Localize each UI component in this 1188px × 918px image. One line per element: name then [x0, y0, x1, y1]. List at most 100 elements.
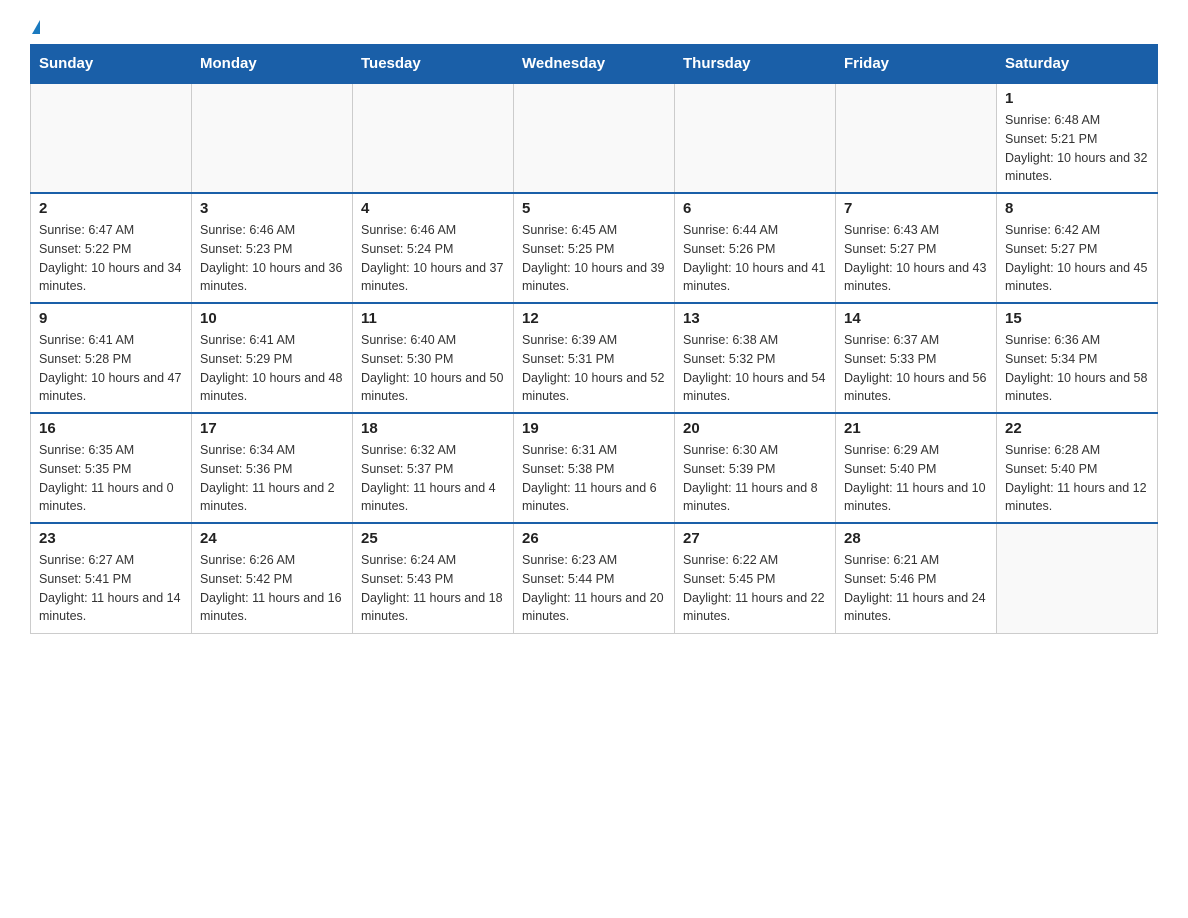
day-number: 13: [683, 310, 827, 327]
day-info: Sunrise: 6:43 AMSunset: 5:27 PMDaylight:…: [844, 221, 988, 296]
day-info: Sunrise: 6:41 AMSunset: 5:28 PMDaylight:…: [39, 331, 183, 406]
week-row-2: 2Sunrise: 6:47 AMSunset: 5:22 PMDaylight…: [31, 193, 1158, 303]
calendar-cell: [836, 83, 997, 193]
day-number: 18: [361, 420, 505, 437]
day-number: 27: [683, 530, 827, 547]
day-number: 26: [522, 530, 666, 547]
day-number: 8: [1005, 200, 1149, 217]
calendar-cell: 5 Sunrise: 6:45 AMSunset: 5:25 PMDaylight…: [514, 193, 675, 303]
calendar-table: SundayMondayTuesdayWednesdayThursdayFrid…: [30, 44, 1158, 634]
day-number: 3: [200, 200, 344, 217]
calendar-cell: 2Sunrise: 6:47 AMSunset: 5:22 PMDaylight…: [31, 193, 192, 303]
day-info: Sunrise: 6:35 AMSunset: 5:35 PMDaylight:…: [39, 441, 183, 516]
calendar-cell: 28 Sunrise: 6:21 AMSunset: 5:46 PMDayligh…: [836, 523, 997, 633]
day-info: Sunrise: 6:21 AMSunset: 5:46 PMDaylight:…: [844, 551, 988, 626]
day-number: 15: [1005, 310, 1149, 327]
calendar-cell: 17 Sunrise: 6:34 AMSunset: 5:36 PMDayligh…: [192, 413, 353, 523]
day-info: Sunrise: 6:36 AMSunset: 5:34 PMDaylight:…: [1005, 331, 1149, 406]
day-info: Sunrise: 6:27 AMSunset: 5:41 PMDaylight:…: [39, 551, 183, 626]
calendar-cell: 1 Sunrise: 6:48 AMSunset: 5:21 PMDaylight…: [997, 83, 1158, 193]
day-info: Sunrise: 6:39 AMSunset: 5:31 PMDaylight:…: [522, 331, 666, 406]
day-number: 20: [683, 420, 827, 437]
calendar-cell: 11 Sunrise: 6:40 AMSunset: 5:30 PMDayligh…: [353, 303, 514, 413]
calendar-cell: 27 Sunrise: 6:22 AMSunset: 5:45 PMDayligh…: [675, 523, 836, 633]
calendar-cell: [997, 523, 1158, 633]
day-info: Sunrise: 6:34 AMSunset: 5:36 PMDaylight:…: [200, 441, 344, 516]
day-number: 22: [1005, 420, 1149, 437]
day-info: Sunrise: 6:48 AMSunset: 5:21 PMDaylight:…: [1005, 111, 1149, 186]
calendar-cell: 15 Sunrise: 6:36 AMSunset: 5:34 PMDayligh…: [997, 303, 1158, 413]
day-info: Sunrise: 6:24 AMSunset: 5:43 PMDaylight:…: [361, 551, 505, 626]
day-number: 11: [361, 310, 505, 327]
calendar-cell: 8Sunrise: 6:42 AMSunset: 5:27 PMDaylight…: [997, 193, 1158, 303]
day-header-thursday: Thursday: [675, 45, 836, 84]
calendar-cell: 12 Sunrise: 6:39 AMSunset: 5:31 PMDayligh…: [514, 303, 675, 413]
day-info: Sunrise: 6:23 AMSunset: 5:44 PMDaylight:…: [522, 551, 666, 626]
calendar-cell: 26 Sunrise: 6:23 AMSunset: 5:44 PMDayligh…: [514, 523, 675, 633]
week-row-1: 1 Sunrise: 6:48 AMSunset: 5:21 PMDaylight…: [31, 83, 1158, 193]
day-number: 9: [39, 310, 183, 327]
calendar-cell: 24 Sunrise: 6:26 AMSunset: 5:42 PMDayligh…: [192, 523, 353, 633]
calendar-cell: 22 Sunrise: 6:28 AMSunset: 5:40 PMDayligh…: [997, 413, 1158, 523]
day-info: Sunrise: 6:30 AMSunset: 5:39 PMDaylight:…: [683, 441, 827, 516]
day-number: 21: [844, 420, 988, 437]
day-header-saturday: Saturday: [997, 45, 1158, 84]
day-info: Sunrise: 6:28 AMSunset: 5:40 PMDaylight:…: [1005, 441, 1149, 516]
calendar-cell: 3 Sunrise: 6:46 AMSunset: 5:23 PMDaylight…: [192, 193, 353, 303]
day-number: 6: [683, 200, 827, 217]
week-row-5: 23 Sunrise: 6:27 AMSunset: 5:41 PMDayligh…: [31, 523, 1158, 633]
calendar-cell: 20 Sunrise: 6:30 AMSunset: 5:39 PMDayligh…: [675, 413, 836, 523]
day-info: Sunrise: 6:37 AMSunset: 5:33 PMDaylight:…: [844, 331, 988, 406]
calendar-cell: 9 Sunrise: 6:41 AMSunset: 5:28 PMDaylight…: [31, 303, 192, 413]
day-info: Sunrise: 6:26 AMSunset: 5:42 PMDaylight:…: [200, 551, 344, 626]
day-info: Sunrise: 6:31 AMSunset: 5:38 PMDaylight:…: [522, 441, 666, 516]
day-number: 24: [200, 530, 344, 547]
week-row-4: 16 Sunrise: 6:35 AMSunset: 5:35 PMDayligh…: [31, 413, 1158, 523]
calendar-cell: 21 Sunrise: 6:29 AMSunset: 5:40 PMDayligh…: [836, 413, 997, 523]
day-number: 16: [39, 420, 183, 437]
day-number: 12: [522, 310, 666, 327]
day-info: Sunrise: 6:45 AMSunset: 5:25 PMDaylight:…: [522, 221, 666, 296]
day-info: Sunrise: 6:22 AMSunset: 5:45 PMDaylight:…: [683, 551, 827, 626]
day-number: 25: [361, 530, 505, 547]
day-number: 14: [844, 310, 988, 327]
page-header: [30, 20, 1158, 34]
day-info: Sunrise: 6:44 AMSunset: 5:26 PMDaylight:…: [683, 221, 827, 296]
calendar-cell: 25 Sunrise: 6:24 AMSunset: 5:43 PMDayligh…: [353, 523, 514, 633]
calendar-cell: 19Sunrise: 6:31 AMSunset: 5:38 PMDayligh…: [514, 413, 675, 523]
day-number: 7: [844, 200, 988, 217]
calendar-cell: 13 Sunrise: 6:38 AMSunset: 5:32 PMDayligh…: [675, 303, 836, 413]
day-header-friday: Friday: [836, 45, 997, 84]
day-number: 4: [361, 200, 505, 217]
calendar-cell: 18 Sunrise: 6:32 AMSunset: 5:37 PMDayligh…: [353, 413, 514, 523]
day-number: 5: [522, 200, 666, 217]
calendar-cell: 7 Sunrise: 6:43 AMSunset: 5:27 PMDaylight…: [836, 193, 997, 303]
calendar-cell: 6 Sunrise: 6:44 AMSunset: 5:26 PMDaylight…: [675, 193, 836, 303]
calendar-cell: [675, 83, 836, 193]
calendar-cell: 4 Sunrise: 6:46 AMSunset: 5:24 PMDaylight…: [353, 193, 514, 303]
calendar-cell: 23 Sunrise: 6:27 AMSunset: 5:41 PMDayligh…: [31, 523, 192, 633]
day-number: 28: [844, 530, 988, 547]
logo: [30, 20, 40, 34]
calendar-cell: [514, 83, 675, 193]
calendar-cell: 16 Sunrise: 6:35 AMSunset: 5:35 PMDayligh…: [31, 413, 192, 523]
day-number: 23: [39, 530, 183, 547]
calendar-cell: 14 Sunrise: 6:37 AMSunset: 5:33 PMDayligh…: [836, 303, 997, 413]
day-info: Sunrise: 6:32 AMSunset: 5:37 PMDaylight:…: [361, 441, 505, 516]
day-number: 10: [200, 310, 344, 327]
day-info: Sunrise: 6:47 AMSunset: 5:22 PMDaylight:…: [39, 221, 183, 296]
calendar-cell: [192, 83, 353, 193]
day-info: Sunrise: 6:29 AMSunset: 5:40 PMDaylight:…: [844, 441, 988, 516]
calendar-cell: [31, 83, 192, 193]
day-number: 1: [1005, 90, 1149, 107]
day-header-sunday: Sunday: [31, 45, 192, 84]
calendar-cell: 10Sunrise: 6:41 AMSunset: 5:29 PMDayligh…: [192, 303, 353, 413]
day-number: 17: [200, 420, 344, 437]
day-info: Sunrise: 6:46 AMSunset: 5:23 PMDaylight:…: [200, 221, 344, 296]
day-info: Sunrise: 6:38 AMSunset: 5:32 PMDaylight:…: [683, 331, 827, 406]
day-info: Sunrise: 6:40 AMSunset: 5:30 PMDaylight:…: [361, 331, 505, 406]
day-header-wednesday: Wednesday: [514, 45, 675, 84]
logo-triangle-icon: [32, 20, 40, 34]
calendar-cell: [353, 83, 514, 193]
day-info: Sunrise: 6:46 AMSunset: 5:24 PMDaylight:…: [361, 221, 505, 296]
